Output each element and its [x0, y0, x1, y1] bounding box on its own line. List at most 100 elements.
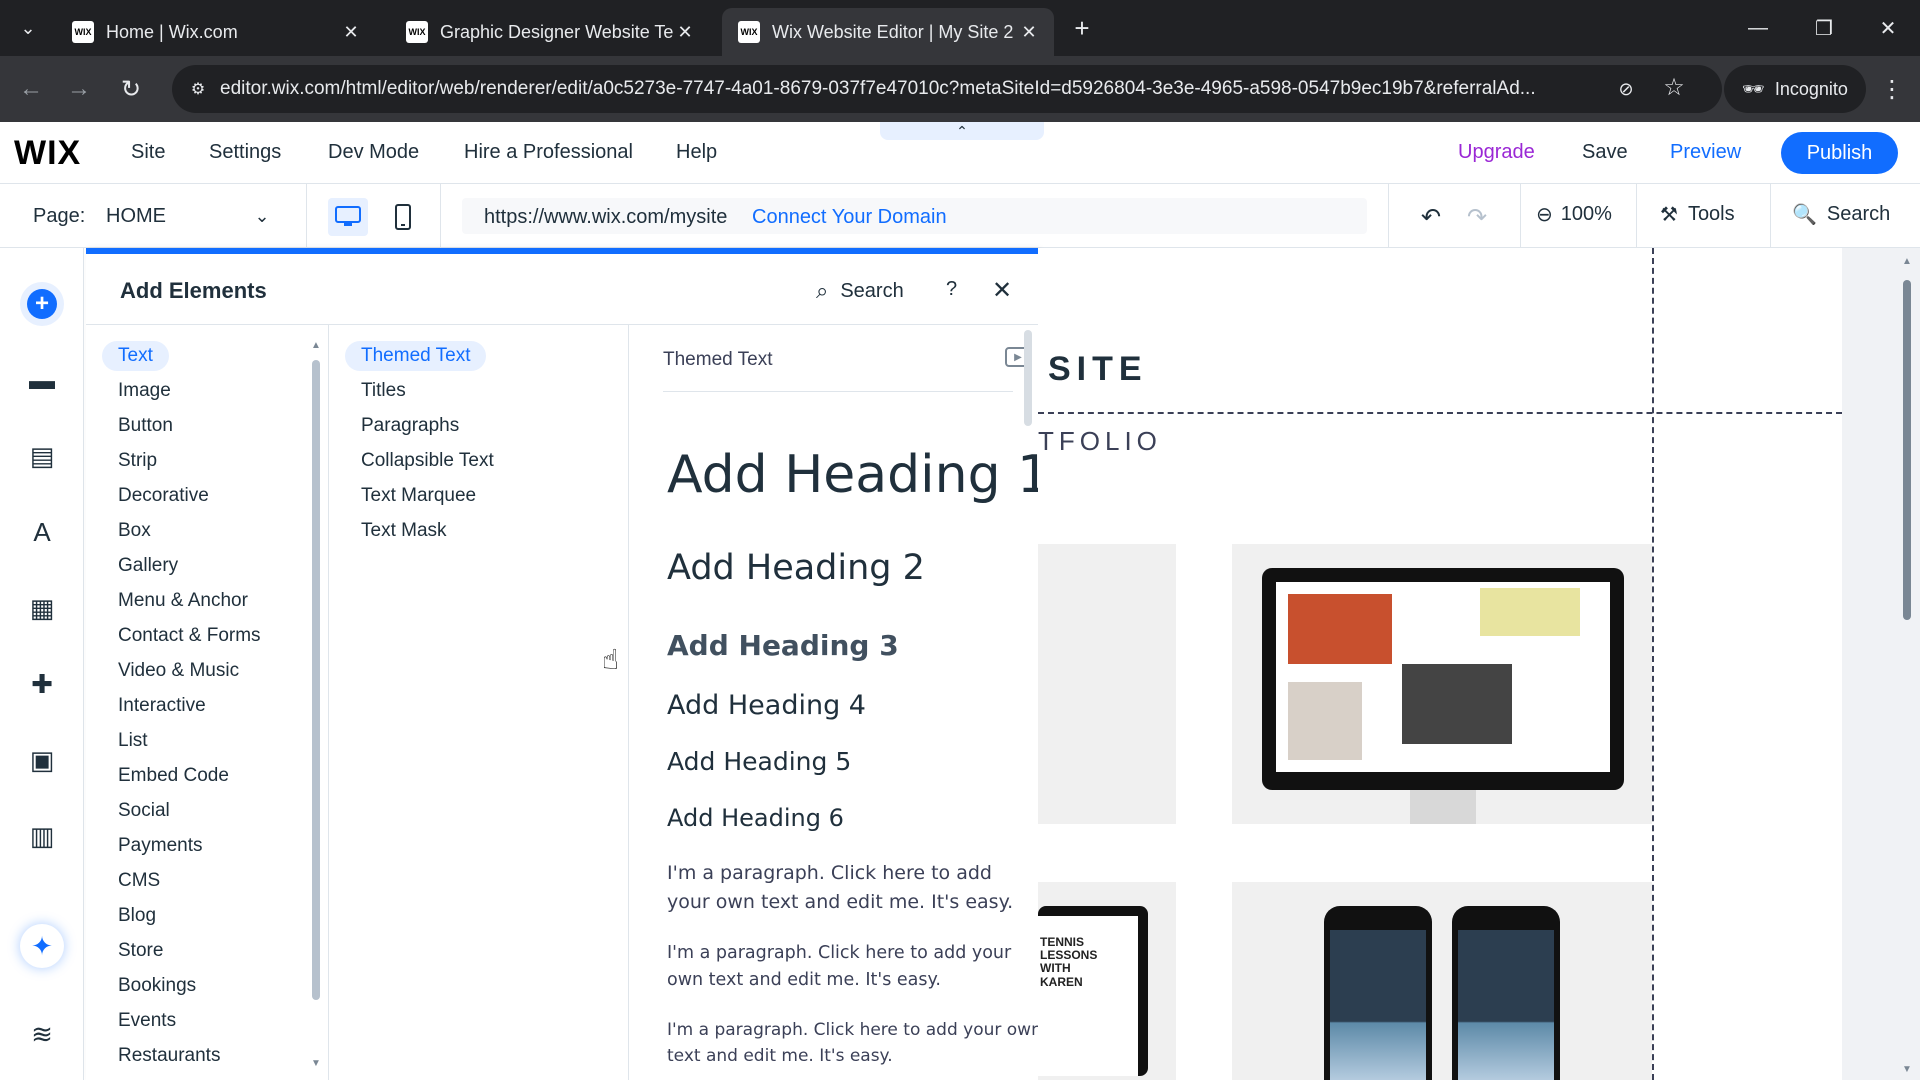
menu-help[interactable]: Help [676, 141, 717, 164]
paragraph-2-preset[interactable]: I'm a paragraph. Click here to add your … [667, 940, 1038, 994]
browser-tab-wix-editor[interactable]: WIX Wix Website Editor | My Site 2 ✕ [722, 8, 1054, 56]
omnibox[interactable]: ⚙ editor.wix.com/html/editor/web/rendere… [172, 65, 1722, 113]
category-blog[interactable]: Blog [102, 901, 172, 931]
tab-close-icon[interactable]: ✕ [1018, 21, 1040, 43]
site-title-text[interactable]: SITE [1048, 350, 1148, 389]
category-events[interactable]: Events [102, 1006, 192, 1036]
new-tab-plus-icon[interactable]: + [1066, 12, 1098, 44]
presets-scrollbar-thumb[interactable] [1024, 330, 1032, 426]
category-contact-forms[interactable]: Contact & Forms [102, 621, 277, 651]
close-icon[interactable]: ✕ [992, 276, 1012, 305]
tab-close-icon[interactable]: ✕ [674, 21, 696, 43]
category-embed-code[interactable]: Embed Code [102, 761, 245, 791]
panel-search-button[interactable]: ⌕ Search [816, 278, 904, 304]
menu-settings[interactable]: Settings [209, 141, 281, 164]
tools-button[interactable]: ⚒ Tools [1660, 202, 1735, 227]
site-info-icon[interactable]: ⚙ [186, 77, 210, 101]
category-strip[interactable]: Strip [102, 446, 173, 476]
wix-logo[interactable]: WIX [14, 134, 81, 173]
zoom-control[interactable]: ⊖ 100% [1536, 202, 1612, 227]
collapse-toolbar-chevron-up-icon[interactable]: ⌃ [880, 122, 1044, 140]
upgrade-link[interactable]: Upgrade [1458, 141, 1535, 164]
theme-icon[interactable]: A [20, 510, 64, 554]
mobile-view-icon[interactable] [385, 198, 421, 236]
save-button[interactable]: Save [1582, 141, 1628, 164]
redo-icon[interactable]: ↷ [1460, 200, 1494, 234]
forward-arrow-icon[interactable]: → [60, 70, 98, 108]
minimize-icon[interactable]: — [1734, 8, 1782, 48]
site-preview[interactable]: SITE TFOLIO TENNIS LESSONS WITH KAREN [1038, 248, 1842, 1080]
category-payments[interactable]: Payments [102, 831, 218, 861]
subcategory-titles[interactable]: Titles [345, 376, 422, 406]
category-video-music[interactable]: Video & Music [102, 656, 255, 686]
sections-icon[interactable]: ▬ [20, 358, 64, 402]
menu-site[interactable]: Site [131, 141, 165, 164]
add-elements-icon[interactable]: + [20, 282, 64, 326]
portfolio-card-monitor[interactable] [1232, 544, 1652, 824]
undo-icon[interactable]: ↶ [1414, 200, 1448, 234]
tab-search-menu-icon[interactable]: ⌄ [10, 10, 46, 46]
editor-search-button[interactable]: 🔍 Search [1792, 202, 1890, 227]
heading-1-preset[interactable]: Add Heading 1 [667, 445, 1038, 505]
category-menu-anchor[interactable]: Menu & Anchor [102, 586, 264, 616]
heading-6-preset[interactable]: Add Heading 6 [667, 804, 844, 832]
cms-icon[interactable]: ▥ [20, 814, 64, 858]
bookmark-star-icon[interactable]: ☆ [1660, 73, 1688, 101]
category-list[interactable]: List [102, 726, 164, 756]
category-text[interactable]: Text [102, 341, 169, 371]
heading-4-preset[interactable]: Add Heading 4 [667, 690, 866, 721]
heading-2-preset[interactable]: Add Heading 2 [667, 548, 925, 588]
scroll-down-arrow-icon[interactable]: ▼ [1902, 1064, 1912, 1075]
connect-domain-link[interactable]: Connect Your Domain [752, 206, 947, 229]
browser-tab-graphic-designer[interactable]: WIX Graphic Designer Website Tem ✕ [390, 8, 710, 56]
tab-close-icon[interactable]: ✕ [340, 21, 362, 43]
portfolio-card-tablet[interactable]: TENNIS LESSONS WITH KAREN [1038, 882, 1176, 1080]
url-text[interactable]: editor.wix.com/html/editor/web/renderer/… [220, 78, 1600, 100]
eye-off-icon[interactable]: ⊘ [1612, 75, 1640, 103]
category-gallery[interactable]: Gallery [102, 551, 194, 581]
help-icon[interactable]: ? [946, 278, 957, 301]
category-restaurants[interactable]: Restaurants [102, 1041, 236, 1071]
restore-icon[interactable]: ❐ [1800, 8, 1848, 48]
layers-icon[interactable]: ≋ [20, 1012, 64, 1056]
back-arrow-icon[interactable]: ← [12, 70, 50, 108]
preview-button[interactable]: Preview [1670, 141, 1741, 164]
scroll-up-arrow-icon[interactable]: ▲ [1902, 256, 1912, 267]
desktop-view-icon[interactable] [328, 198, 368, 236]
browser-menu-icon[interactable]: ⋮ [1874, 70, 1910, 108]
paragraph-1-preset[interactable]: I'm a paragraph. Click here to add your … [667, 859, 1037, 918]
reload-icon[interactable]: ↻ [112, 70, 150, 108]
pages-icon[interactable]: ▤ [20, 434, 64, 478]
zoom-out-icon[interactable]: ⊖ [1536, 202, 1553, 227]
scrollbar-thumb[interactable] [1903, 280, 1911, 620]
heading-5-preset[interactable]: Add Heading 5 [667, 747, 851, 776]
page-selector[interactable]: HOME [106, 205, 166, 228]
category-interactive[interactable]: Interactive [102, 691, 222, 721]
ai-sparkle-icon[interactable]: ✦ [20, 924, 64, 968]
browser-tab-home[interactable]: WIX Home | Wix.com ✕ [56, 8, 376, 56]
category-box[interactable]: Box [102, 516, 167, 546]
site-subtitle-text[interactable]: TFOLIO [1038, 426, 1162, 457]
subcategory-text-mask[interactable]: Text Mask [345, 516, 463, 546]
category-scrollbar[interactable]: ▲ ▼ [310, 340, 322, 1075]
window-close-icon[interactable]: ✕ [1864, 8, 1912, 48]
paragraph-3-preset[interactable]: I'm a paragraph. Click here to add your … [667, 1017, 1038, 1070]
subcategory-collapsible-text[interactable]: Collapsible Text [345, 446, 510, 476]
category-social[interactable]: Social [102, 796, 186, 826]
category-bookings[interactable]: Bookings [102, 971, 212, 1001]
subcategory-paragraphs[interactable]: Paragraphs [345, 411, 475, 441]
chevron-down-icon[interactable]: ⌄ [250, 202, 274, 230]
category-store[interactable]: Store [102, 936, 179, 966]
canvas-scrollbar[interactable]: ▲ ▼ [1900, 256, 1914, 1076]
business-apps-icon[interactable]: ✚ [20, 662, 64, 706]
scroll-up-arrow-icon[interactable]: ▲ [310, 340, 322, 352]
category-image[interactable]: Image [102, 376, 187, 406]
apps-icon[interactable]: ▦ [20, 586, 64, 630]
scroll-down-arrow-icon[interactable]: ▼ [310, 1058, 322, 1070]
publish-button[interactable]: Publish [1781, 132, 1898, 174]
scrollbar-thumb[interactable] [312, 360, 320, 1000]
heading-3-preset[interactable]: Add Heading 3 [667, 629, 899, 662]
portfolio-card-phones[interactable] [1232, 882, 1652, 1080]
incognito-badge[interactable]: 🕶 Incognito [1724, 65, 1866, 113]
category-cms[interactable]: CMS [102, 866, 176, 896]
